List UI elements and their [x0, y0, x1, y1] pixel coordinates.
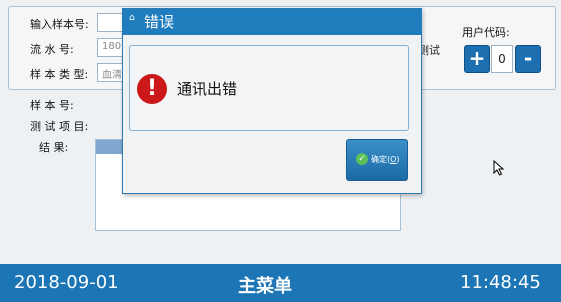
ok-button-label: 确定(O) [371, 155, 400, 164]
user-code-label: 用户代码: [462, 26, 510, 39]
decrement-button[interactable]: - [515, 45, 541, 73]
sample-no-label: 样 本 号: [30, 99, 74, 112]
serial-field[interactable]: 180 [97, 38, 125, 57]
check-icon: ✓ [356, 153, 368, 165]
error-icon: ! [137, 74, 167, 104]
sample-input-label: 输入样本号: [30, 18, 89, 31]
serial-label: 流 水 号: [30, 43, 74, 56]
mouse-cursor-icon [493, 160, 505, 176]
message-panel [129, 45, 409, 131]
user-code-value[interactable]: 0 [491, 45, 513, 73]
error-message: 通讯出错 [177, 80, 238, 98]
sample-type-label: 样 本 类 型: [30, 68, 89, 81]
main-menu-button[interactable]: 主菜单 [238, 272, 292, 298]
dialog-title: 错误 [144, 13, 175, 31]
increment-button[interactable]: + [464, 45, 490, 73]
test-item-label: 测 试 项 目: [30, 120, 89, 133]
sample-type-field[interactable]: 血清 [97, 63, 125, 82]
sample-input-field[interactable] [97, 13, 125, 32]
home-icon: ⌂ [129, 13, 135, 23]
result-label: 结 果: [39, 141, 69, 154]
status-date: 2018-09-01 [14, 272, 119, 293]
status-time: 11:48:45 [460, 272, 541, 293]
